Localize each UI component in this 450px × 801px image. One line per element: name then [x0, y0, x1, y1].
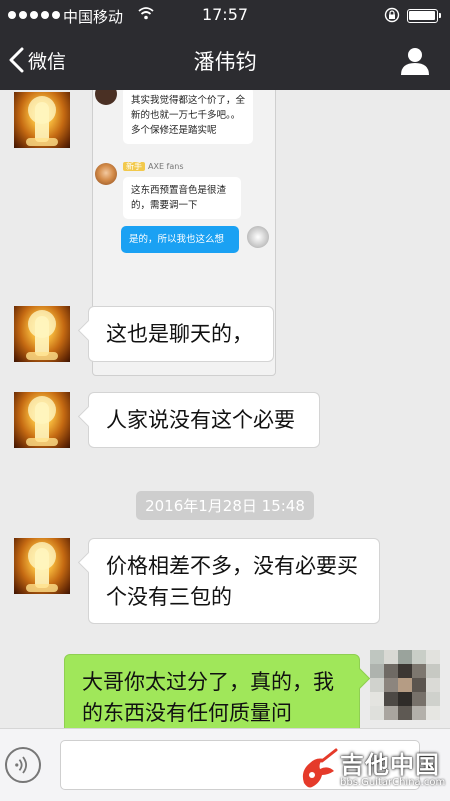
- mini-sender-tag: 新手 AXE fans: [123, 161, 184, 172]
- message-bubble[interactable]: 人家说没有这个必要: [88, 392, 320, 448]
- profile-icon[interactable]: [398, 44, 432, 78]
- mini-message: 这东西预置音色是很渣的，需要调一下: [123, 177, 241, 219]
- watermark-url: bbs.GuitarChina.com: [340, 777, 446, 788]
- guitar-logo-icon: [302, 748, 338, 788]
- mini-avatar: [247, 226, 269, 248]
- clock: 17:57: [201, 5, 249, 24]
- voice-icon[interactable]: [5, 747, 41, 783]
- watermark-title: 吉他中国: [340, 751, 440, 779]
- contact-avatar[interactable]: [14, 538, 70, 594]
- message-bubble[interactable]: 价格相差不多，没有必要买个没有三包的: [88, 538, 380, 624]
- contact-avatar[interactable]: [14, 392, 70, 448]
- mini-message: 其实我觉得都这个价了，全新的也就一万七千多吧。。多个保修还是踏实呢: [123, 90, 253, 144]
- self-avatar[interactable]: [370, 650, 440, 720]
- contact-avatar[interactable]: [14, 92, 70, 148]
- mini-avatar: [95, 90, 117, 105]
- chat-title: 潘伟钧: [193, 50, 257, 74]
- status-bar: 中国移动 17:57: [0, 0, 450, 30]
- timestamp-row: 2016年1月28日 15:48: [0, 491, 450, 520]
- nav-bar: 微信 潘伟钧: [0, 30, 450, 90]
- contact-avatar[interactable]: [14, 306, 70, 362]
- watermark: 吉他中国 bbs.GuitarChina.com: [298, 745, 448, 797]
- mini-reply: 是的，所以我也这么想: [121, 226, 239, 253]
- self-message-bubble[interactable]: 大哥你太过分了，真的，我的东西没有任何质量问: [64, 654, 360, 728]
- chat-area[interactable]: 其实我觉得都这个价了，全新的也就一万七千多吧。。多个保修还是踏实呢 新手 AXE …: [0, 90, 450, 728]
- mini-avatar: [95, 163, 117, 185]
- lock-icon: [384, 7, 400, 23]
- battery-icon: [407, 9, 441, 23]
- message-bubble[interactable]: 这也是聊天的，: [88, 306, 274, 362]
- timestamp: 2016年1月28日 15:48: [136, 491, 314, 520]
